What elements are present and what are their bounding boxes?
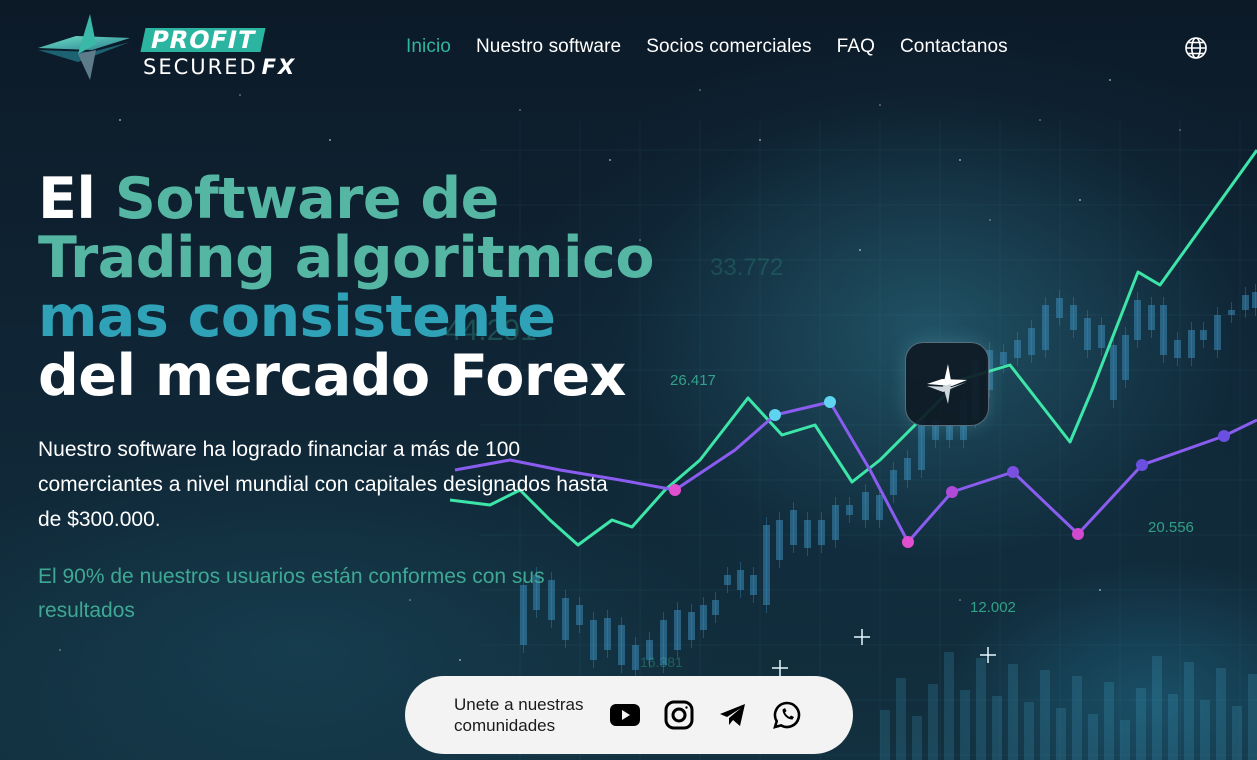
logo-fx-text: FX — [261, 55, 297, 79]
hero-stat: El 90% de nuestros usuarios están confor… — [38, 565, 545, 622]
telegram-icon[interactable] — [718, 700, 748, 730]
background-number: 26.417 — [670, 372, 716, 389]
glow-bar — [880, 710, 890, 760]
glow-bar — [1024, 702, 1034, 760]
line-point — [902, 536, 914, 548]
hero-title-part1: El — [38, 166, 115, 232]
line-point — [1072, 528, 1084, 540]
nav-inicio[interactable]: Inicio — [406, 36, 451, 58]
community-label: Unete a nuestras comunidades — [454, 695, 584, 735]
glow-bar — [1216, 668, 1226, 760]
globe-icon[interactable] — [1184, 36, 1208, 60]
glow-bar — [928, 684, 938, 760]
community-bar: Unete a nuestras comunidades — [405, 676, 853, 754]
hero-title: El Software de Trading algoritmico mas c… — [38, 170, 658, 406]
glow-bar — [896, 678, 906, 760]
background-number: 16.381 — [640, 654, 683, 670]
line-point — [946, 486, 958, 498]
logo[interactable]: PROFIT SECURED FX — [38, 14, 298, 82]
background-number: 20.556 — [1148, 519, 1194, 536]
logo-secured-text: SECURED — [143, 55, 258, 79]
hero-title-part3: mas consistente — [38, 284, 556, 350]
community-icons — [610, 700, 802, 730]
logo-word-profit: PROFIT — [140, 26, 266, 54]
glow-bar — [1072, 676, 1082, 760]
nav-nuestro-software[interactable]: Nuestro software — [476, 36, 621, 58]
logo-wordmark: PROFIT SECURED FX — [140, 26, 296, 79]
hero-description: Nuestro software ha logrado financiar a … — [38, 438, 608, 531]
glow-bar — [1152, 656, 1162, 760]
glow-bar — [1200, 700, 1210, 760]
line-point — [824, 396, 836, 408]
glow-bar — [1088, 714, 1098, 760]
hero-title-part2: Software de Trading algoritmico — [38, 166, 655, 291]
youtube-icon[interactable] — [610, 700, 640, 730]
glow-bar — [944, 652, 954, 760]
glow-bar — [992, 696, 1002, 760]
line-point — [1007, 466, 1019, 478]
glow-bar — [1008, 664, 1018, 760]
glow-bar — [1120, 720, 1130, 760]
line-point — [1136, 459, 1148, 471]
glow-bar — [1184, 662, 1194, 760]
floating-logo-badge — [905, 342, 989, 426]
badge-logo-icon — [927, 364, 967, 404]
line-point — [1218, 430, 1230, 442]
glow-bar — [1248, 674, 1257, 760]
glow-bar — [1104, 682, 1114, 760]
glow-bar — [960, 690, 970, 760]
logo-mark-icon — [38, 14, 130, 80]
glow-bar — [1040, 670, 1050, 760]
glow-bar — [1232, 706, 1242, 760]
main-nav: Inicio Nuestro software Socios comercial… — [406, 36, 1008, 58]
candle — [1252, 292, 1257, 308]
instagram-icon[interactable] — [664, 700, 694, 730]
nav-faq[interactable]: FAQ — [837, 36, 875, 58]
glow-bar — [976, 658, 986, 760]
glow-bar — [912, 716, 922, 760]
glow-bar — [1136, 688, 1146, 760]
whatsapp-icon[interactable] — [772, 700, 802, 730]
glow-bar — [1056, 708, 1066, 760]
glow-bar — [1168, 694, 1178, 760]
logo-word-secured: SECURED FX — [143, 55, 296, 79]
nav-contactanos[interactable]: Contactanos — [900, 36, 1008, 58]
line-point — [669, 484, 681, 496]
background-number: 33.772 — [710, 254, 783, 281]
hero-title-part4: del mercado Forex — [38, 343, 626, 409]
line-point — [769, 409, 781, 421]
nav-socios-comerciales[interactable]: Socios comerciales — [646, 36, 811, 58]
background-number: 12.002 — [970, 599, 1016, 616]
